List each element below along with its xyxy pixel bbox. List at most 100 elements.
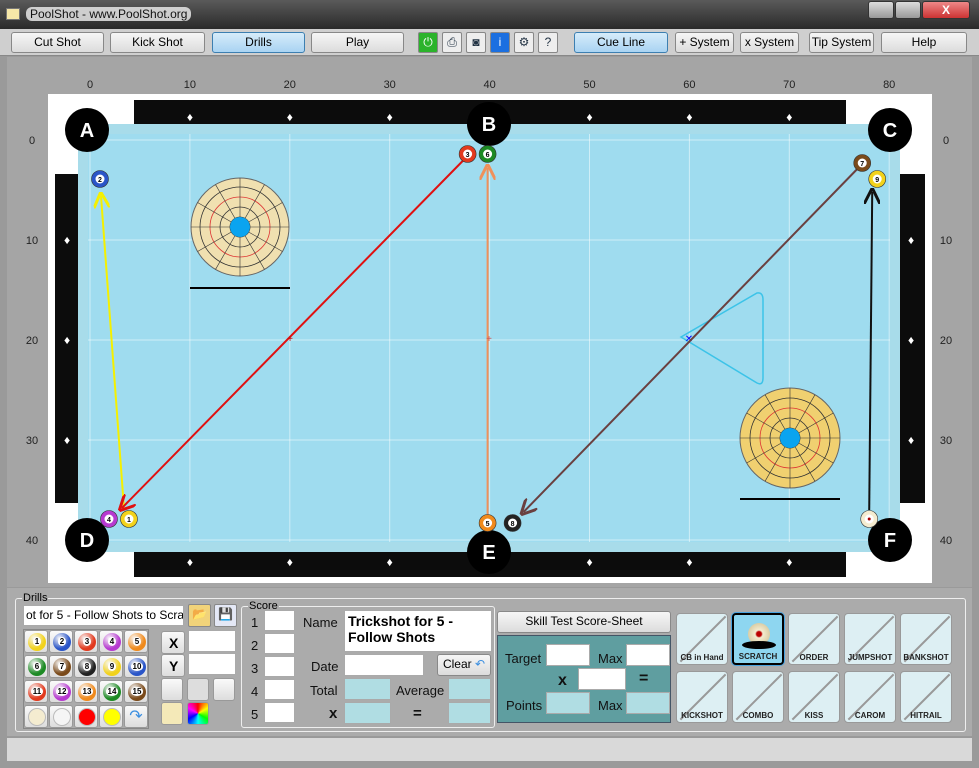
ball-13-button[interactable]: 13 [74, 680, 98, 703]
ball-15-button[interactable]: 15 [124, 680, 148, 703]
pocket-label: E [482, 542, 495, 564]
diamond: ♦ [686, 555, 692, 569]
help-button[interactable]: Help [881, 32, 967, 53]
pocket-label: F [884, 530, 896, 552]
drills-button[interactable]: Drills [212, 32, 305, 53]
gear-icon[interactable]: ⚙ [514, 32, 534, 53]
red-ball-button[interactable] [74, 705, 98, 728]
ball-9-button[interactable]: 9 [99, 655, 123, 678]
play-button[interactable]: Play [311, 32, 404, 53]
y-tick-label-right: 40 [940, 535, 952, 547]
edit-notes-icon[interactable] [161, 702, 183, 725]
redo-icon[interactable]: ↷ [124, 705, 148, 728]
x-tick-label: 40 [483, 79, 495, 91]
power-icon[interactable]: ⏻ [418, 32, 438, 53]
multiplier-input[interactable] [578, 668, 626, 690]
ball-7: 7 [853, 154, 872, 172]
tip-system-button[interactable]: Tip System [809, 32, 874, 53]
pool-table[interactable]: ♦ ♦ ♦ ♦ ♦ ♦ ♦ ♦ ♦ ♦ ♦ ♦ ♦ ♦ ♦ ♦ ♦ ♦ 0 10 20 30 40 50 60 70 80 0 0 10 1… [7, 57, 972, 587]
score-input-4[interactable] [264, 679, 295, 700]
diamond: ♦ [686, 110, 692, 124]
y-tick-label: 40 [26, 535, 38, 547]
color-palette-icon[interactable] [187, 702, 209, 725]
ball-7-button[interactable]: 7 [49, 655, 73, 678]
ball-1-button[interactable]: 1 [24, 630, 48, 653]
shot-type-bankshot[interactable]: BANKSHOT [900, 613, 952, 665]
camera-icon[interactable]: ◙ [466, 32, 486, 53]
ball-3: 3 [458, 145, 477, 163]
shot-type-scratch[interactable]: SCRATCH [732, 613, 784, 665]
x-system-button[interactable]: x System [740, 32, 799, 53]
yellow-ball-button[interactable] [99, 705, 123, 728]
document-help-icon[interactable] [187, 678, 209, 701]
y-tick-label-right: 0 [943, 135, 949, 147]
app-icon [6, 8, 20, 20]
ball-1: 1 [120, 510, 138, 528]
close-button[interactable]: X [922, 1, 970, 19]
ball-6-button[interactable]: 6 [24, 655, 48, 678]
ball-3-icon: 3 [78, 633, 96, 651]
score-row-label: 2 [251, 638, 259, 653]
cue-ball-button[interactable] [24, 705, 48, 728]
shot-type-combo[interactable]: COMBO [732, 671, 784, 723]
shot-type-hitrail[interactable]: HITRAIL [900, 671, 952, 723]
new-document-icon[interactable] [161, 678, 183, 701]
printer-icon[interactable]: ⎙ [442, 32, 462, 53]
maximize-button[interactable] [895, 1, 921, 19]
cue-line-button[interactable]: Cue Line [574, 32, 668, 53]
svg-text:+: + [287, 334, 293, 345]
open-folder-icon[interactable]: 📂 [188, 604, 211, 627]
ball-4-button[interactable]: 4 [99, 630, 123, 653]
ball-2: 2 [91, 170, 109, 188]
score-input-1[interactable] [264, 610, 295, 631]
shot-type-order[interactable]: ORDER [788, 613, 840, 665]
help-document-icon[interactable]: ? [538, 32, 558, 53]
-system-button[interactable]: + System [675, 32, 734, 53]
svg-text:♦: ♦ [64, 333, 70, 347]
shot-type-kickshot[interactable]: KICKSHOT [676, 671, 728, 723]
table-list-icon[interactable] [213, 678, 235, 701]
diamond: ♦ [786, 110, 792, 124]
shot-type-carom[interactable]: CAROM [844, 671, 896, 723]
diamond: ♦ [187, 110, 193, 124]
shot-type-cb-in-hand[interactable]: CB in Hand [676, 613, 728, 665]
shot-type-jumpshot[interactable]: JUMPSHOT [844, 613, 896, 665]
y-input[interactable] [188, 653, 236, 675]
ball-14-button[interactable]: 14 [99, 680, 123, 703]
name-input[interactable]: Trickshot for 5 - Follow Shots [344, 610, 492, 652]
ball-5-button[interactable]: 5 [124, 630, 148, 653]
x-button[interactable]: X [161, 631, 185, 654]
shot-type-kiss[interactable]: KISS [788, 671, 840, 723]
minimize-button[interactable] [868, 1, 894, 19]
ball-10-button[interactable]: 10 [124, 655, 148, 678]
drill-file-input[interactable]: ot for 5 - Follow Shots to Scratch [23, 605, 184, 626]
title-bar: PoolShot - www.PoolShot.org X [0, 0, 979, 29]
y-tick-label-right: 20 [940, 335, 952, 347]
date-input[interactable] [344, 654, 424, 676]
max-input[interactable] [626, 644, 670, 666]
score-input-3[interactable] [264, 656, 295, 677]
skill-test-score-sheet-button[interactable]: Skill Test Score-Sheet [497, 611, 671, 633]
clear-button[interactable]: Clear ↶ [437, 654, 491, 676]
ghost-ball-button[interactable] [49, 705, 73, 728]
equals-label: = [413, 705, 422, 722]
svg-text:8: 8 [511, 521, 515, 528]
kick-shot-button[interactable]: Kick Shot [110, 32, 205, 53]
ball-2-button[interactable]: 2 [49, 630, 73, 653]
max-points-field [626, 692, 670, 714]
ball-12-button[interactable]: 12 [49, 680, 73, 703]
svg-text:4: 4 [107, 517, 111, 524]
ball-11-button[interactable]: 11 [24, 680, 48, 703]
save-icon[interactable]: 💾 [214, 604, 237, 627]
ball-3-button[interactable]: 3 [74, 630, 98, 653]
score-input-2[interactable] [264, 633, 295, 654]
target-input[interactable] [546, 644, 590, 666]
ball-8-button[interactable]: 8 [74, 655, 98, 678]
y-button[interactable]: Y [161, 654, 185, 677]
cut-shot-button[interactable]: Cut Shot [11, 32, 104, 53]
ball-6-icon: 6 [28, 658, 46, 676]
info-icon[interactable]: i [490, 32, 510, 53]
x-input[interactable] [188, 630, 236, 652]
score-input-5[interactable] [264, 702, 295, 723]
y-tick-label-right: 10 [940, 235, 952, 247]
